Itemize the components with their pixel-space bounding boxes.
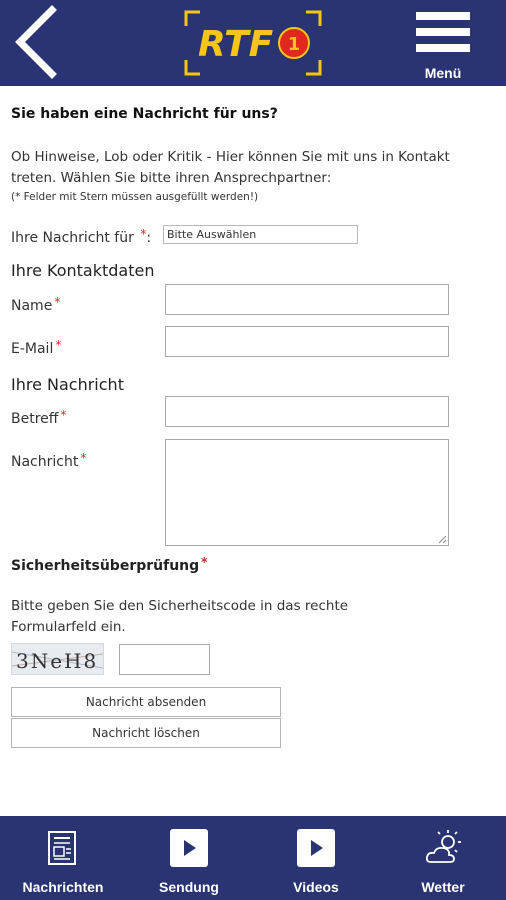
- clear-message-button[interactable]: Nachricht löschen: [11, 718, 281, 748]
- recipient-select[interactable]: Bitte Auswählen: [163, 225, 358, 244]
- logo-number: 1: [288, 34, 301, 55]
- page-title: Sie haben eine Nachricht für uns?: [11, 106, 278, 122]
- email-label-text: E-Mail: [11, 341, 54, 357]
- nav-label-sendung: Sendung: [159, 879, 219, 895]
- menu-button[interactable]: Menü: [412, 10, 474, 82]
- nav-item-wetter[interactable]: Wetter: [380, 816, 506, 900]
- rtf1-logo[interactable]: RTF 1: [184, 10, 322, 76]
- email-label: E-Mail *: [11, 338, 61, 357]
- subject-input[interactable]: [165, 396, 449, 427]
- name-input[interactable]: [165, 284, 449, 315]
- required-hint: (* Felder mit Stern müssen ausgefüllt we…: [11, 191, 259, 203]
- nav-label-wetter: Wetter: [421, 879, 465, 895]
- nav-item-videos[interactable]: Videos: [253, 816, 379, 900]
- security-section-text: Sicherheitsüberprüfung: [11, 558, 200, 574]
- message-section-title: Ihre Nachricht: [11, 375, 124, 394]
- security-section-title: Sicherheitsüberprüfung *: [11, 555, 207, 574]
- required-marker: *: [60, 408, 67, 422]
- name-label-text: Name: [11, 298, 53, 314]
- bottom-navigation: Nachrichten Sendung Videos Wetter: [0, 816, 506, 900]
- back-button[interactable]: [8, 4, 64, 80]
- intro-text: Ob Hinweise, Lob oder Kritik - Hier könn…: [11, 149, 450, 186]
- hamburger-icon-bar: [416, 28, 470, 36]
- logo-text: RTF: [198, 24, 274, 65]
- play-icon: [170, 829, 208, 867]
- required-marker: *: [54, 295, 61, 309]
- captcha-text: 3NeH8: [16, 649, 98, 673]
- nav-item-nachrichten[interactable]: Nachrichten: [0, 816, 126, 900]
- security-text: Bitte geben Sie den Sicherheitscode in d…: [11, 598, 349, 635]
- resize-grip-icon[interactable]: [438, 535, 447, 544]
- captcha-input[interactable]: [119, 644, 210, 675]
- nav-label-videos: Videos: [293, 879, 339, 895]
- required-marker: *: [201, 555, 208, 569]
- hamburger-icon-bar: [416, 44, 470, 52]
- required-marker: *: [55, 338, 62, 352]
- nav-label-nachrichten: Nachrichten: [22, 879, 104, 895]
- email-input[interactable]: [165, 326, 449, 357]
- send-message-button[interactable]: Nachricht absenden: [11, 687, 281, 717]
- message-label: Nachricht *: [11, 451, 86, 470]
- recipient-label-text: Ihre Nachricht für: [11, 230, 134, 246]
- subject-label: Betreff *: [11, 408, 66, 427]
- contact-form: Sie haben eine Nachricht für uns? Ob Hin…: [0, 86, 506, 816]
- required-marker: *: [80, 451, 87, 465]
- chevron-left-icon: [15, 5, 57, 79]
- play-icon: [297, 829, 335, 867]
- newspaper-icon: [48, 831, 76, 865]
- name-label: Name *: [11, 295, 60, 314]
- app-header: RTF 1 Menü: [0, 0, 506, 86]
- weather-icon: [425, 830, 461, 863]
- contact-section-title: Ihre Kontaktdaten: [11, 261, 155, 280]
- recipient-colon: :: [146, 230, 152, 246]
- hamburger-icon: [416, 12, 470, 20]
- captcha-image: 3NeH8: [11, 643, 104, 675]
- message-label-text: Nachricht: [11, 454, 79, 470]
- message-textarea[interactable]: [165, 439, 449, 546]
- recipient-label: Ihre Nachricht für *:: [11, 227, 151, 246]
- menu-label: Menü: [424, 65, 462, 81]
- nav-item-sendung[interactable]: Sendung: [126, 816, 252, 900]
- subject-label-text: Betreff: [11, 411, 59, 427]
